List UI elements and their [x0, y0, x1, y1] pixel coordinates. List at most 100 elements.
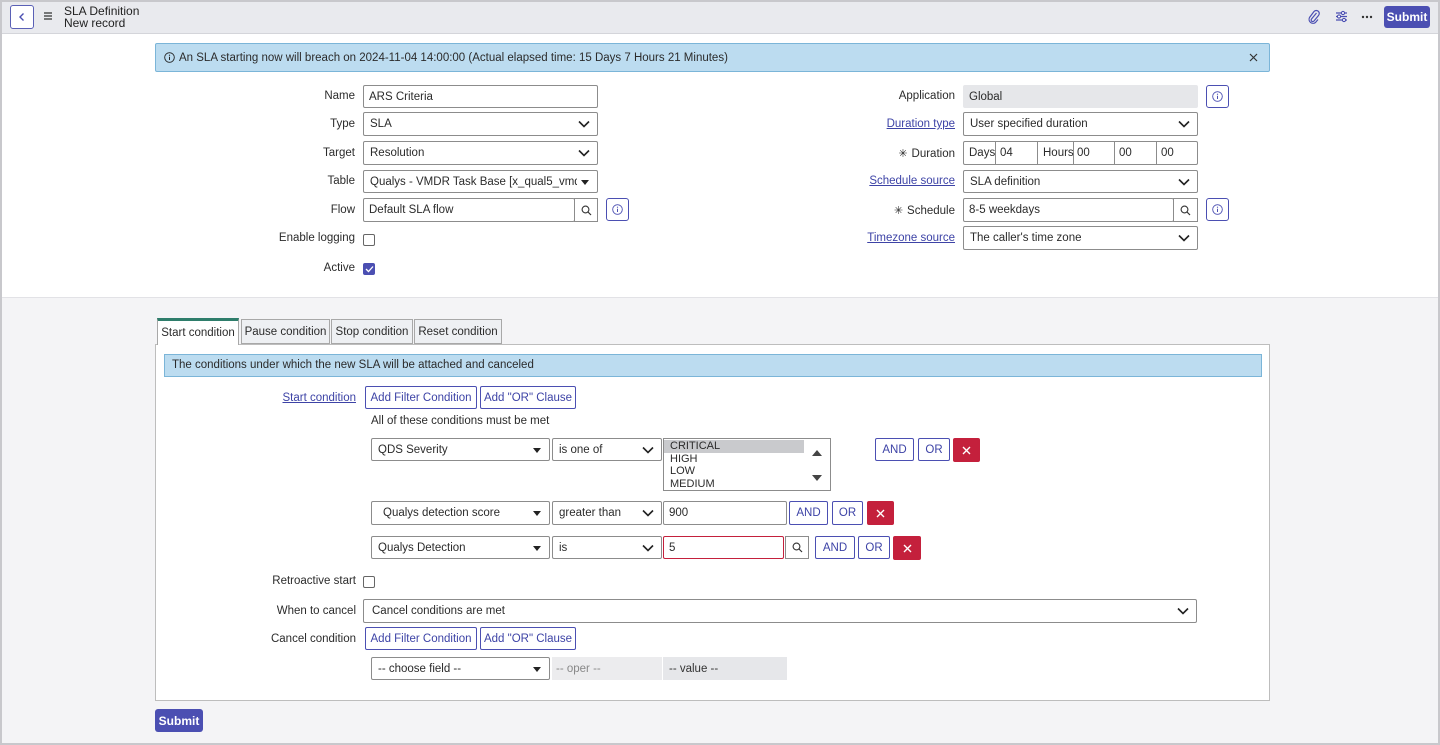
settings-sliders-icon[interactable] — [1334, 9, 1349, 24]
start-condition-link[interactable]: Start condition — [246, 392, 356, 404]
condition-operator-select[interactable]: is — [552, 536, 662, 559]
duration-hours-input[interactable]: 00 — [1074, 142, 1115, 164]
cancel-add-filter-condition-button[interactable]: Add Filter Condition — [365, 627, 477, 650]
delete-condition-button[interactable] — [953, 438, 980, 462]
chevron-down-icon — [578, 149, 590, 157]
scroll-down-icon[interactable] — [812, 473, 822, 485]
flow-info-button[interactable] — [606, 198, 629, 221]
condition-field-value: QDS Severity — [378, 443, 448, 456]
required-marker: ✳ — [898, 148, 908, 160]
duration-minutes-input[interactable]: 00 — [1115, 142, 1157, 164]
alert-text: An SLA starting now will breach on 2024-… — [179, 52, 728, 64]
when-to-cancel-select[interactable]: Cancel conditions are met — [363, 599, 1197, 623]
required-marker: ✳ — [893, 205, 904, 217]
schedule-info-button[interactable] — [1206, 198, 1229, 221]
retroactive-start-label: Retroactive start — [272, 575, 356, 587]
timezone-source-link[interactable]: Timezone source — [835, 232, 955, 244]
search-icon — [792, 542, 802, 553]
schedule-label: Schedule — [907, 205, 955, 217]
duration-type-select[interactable]: User specified duration — [963, 112, 1198, 136]
header-submit-button[interactable]: Submit — [1384, 6, 1430, 28]
table-select[interactable]: Qualys - VMDR Task Base [x_qual5_vmdr_v.… — [363, 170, 598, 193]
type-select[interactable]: SLA — [363, 112, 598, 136]
and-button[interactable]: AND — [789, 501, 828, 525]
condition-operator-value: greater than — [559, 507, 622, 519]
list-option[interactable]: HIGH — [664, 453, 804, 466]
application-info-button[interactable] — [1206, 85, 1229, 108]
form-header — [0, 0, 1440, 34]
delete-x-icon — [876, 509, 885, 517]
or-button[interactable]: OR — [832, 501, 863, 525]
target-select[interactable]: Resolution — [363, 141, 598, 165]
chevron-down-icon — [1178, 234, 1190, 242]
duration-field: Days 04 Hours 00 00 00 — [963, 141, 1198, 165]
flow-input[interactable]: Default SLA flow — [363, 198, 575, 222]
delete-condition-button[interactable] — [867, 501, 894, 525]
condition-value-input[interactable]: 900 — [663, 501, 787, 525]
condition-value-lookup-button[interactable] — [785, 536, 809, 559]
and-button[interactable]: AND — [875, 438, 914, 461]
schedule-lookup-button[interactable] — [1173, 198, 1198, 222]
alert-close-icon[interactable] — [1249, 53, 1258, 62]
when-to-cancel-value: Cancel conditions are met — [372, 605, 505, 617]
or-button[interactable]: OR — [918, 438, 950, 461]
condition-banner-text: The conditions under which the new SLA w… — [172, 359, 534, 371]
or-button[interactable]: OR — [858, 536, 890, 559]
tab-start-condition[interactable]: Start condition — [157, 318, 239, 345]
schedule-source-link[interactable]: Schedule source — [835, 175, 955, 187]
delete-x-icon — [903, 544, 911, 552]
tab-stop-condition[interactable]: Stop condition — [331, 319, 413, 344]
duration-type-value: User specified duration — [970, 118, 1088, 130]
condition-field-select[interactable]: QDS Severity — [371, 438, 550, 461]
type-value: SLA — [370, 118, 392, 130]
condition-operator-select[interactable]: is one of — [552, 438, 662, 461]
paperclip-icon[interactable] — [1307, 9, 1321, 25]
condition-field-select[interactable]: Qualys Detection — [371, 536, 550, 559]
enable-logging-checkbox[interactable] — [363, 234, 375, 246]
condition-value-input[interactable]: 5 — [663, 536, 784, 559]
when-to-cancel-label: When to cancel — [276, 605, 356, 617]
schedule-label-wrap: ✳ Schedule — [835, 204, 955, 217]
timezone-source-select[interactable]: The caller's time zone — [963, 226, 1198, 250]
condition-operator-select[interactable]: greater than — [552, 501, 662, 525]
cancel-field-select[interactable]: -- choose field -- — [371, 657, 550, 680]
cancel-add-or-clause-button[interactable]: Add "OR" Clause — [480, 627, 576, 650]
type-label: Type — [330, 118, 355, 130]
list-option[interactable]: CRITICAL — [664, 440, 804, 453]
duration-label-wrap: ✳ Duration — [835, 147, 955, 160]
active-checkbox[interactable] — [363, 263, 375, 275]
and-button[interactable]: AND — [815, 536, 855, 559]
flow-label: Flow — [330, 204, 355, 216]
more-options-icon[interactable] — [1360, 9, 1374, 24]
scroll-up-icon[interactable] — [812, 447, 822, 459]
hamburger-menu-icon[interactable] — [42, 10, 54, 22]
schedule-input[interactable]: 8-5 weekdays — [963, 198, 1174, 222]
list-option[interactable]: MEDIUM — [664, 478, 804, 491]
list-option[interactable]: LOW — [664, 465, 804, 478]
condition-value-listbox[interactable]: CRITICAL HIGH LOW MEDIUM — [663, 438, 831, 491]
name-input[interactable]: ARS Criteria — [363, 85, 598, 108]
active-label: Active — [323, 262, 355, 274]
retroactive-start-checkbox[interactable] — [363, 576, 375, 588]
dropdown-triangle-icon — [533, 666, 541, 672]
duration-type-link[interactable]: Duration type — [835, 118, 955, 130]
schedule-source-select[interactable]: SLA definition — [963, 170, 1198, 193]
application-field: Global — [963, 85, 1198, 108]
flow-lookup-button[interactable] — [574, 198, 598, 222]
schedule-source-value: SLA definition — [970, 175, 1041, 188]
duration-seconds-input[interactable]: 00 — [1157, 142, 1197, 164]
add-or-clause-button[interactable]: Add "OR" Clause — [480, 386, 576, 409]
delete-condition-button[interactable] — [893, 536, 921, 560]
duration-days-input[interactable]: 04 — [996, 142, 1038, 164]
add-filter-condition-button[interactable]: Add Filter Condition — [365, 386, 477, 409]
footer-submit-button[interactable]: Submit — [155, 709, 203, 732]
condition-field-select[interactable]: Qualys detection score — [371, 501, 550, 525]
condition-operator-value: is one of — [559, 443, 603, 456]
back-arrow-icon — [19, 13, 24, 21]
tab-pause-condition[interactable]: Pause condition — [241, 319, 330, 344]
chevron-down-icon — [578, 120, 590, 128]
tab-reset-condition[interactable]: Reset condition — [414, 319, 502, 344]
back-button[interactable] — [10, 5, 34, 29]
table-label: Table — [327, 175, 356, 187]
condition-field-value: Qualys Detection — [378, 541, 466, 554]
